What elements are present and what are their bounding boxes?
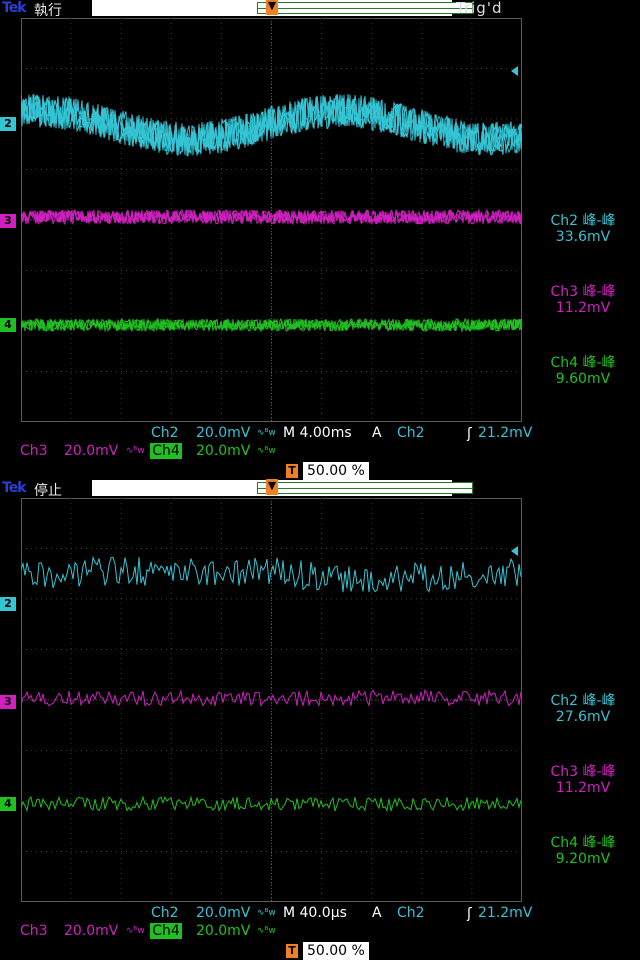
- bw-limit-icon: ∿ᴮw: [126, 446, 145, 456]
- measurement-ch2: Ch2 峰-峰 33.6mV: [528, 213, 638, 245]
- trigger-slope-icon: ʃ: [467, 906, 472, 922]
- measurement-ch4: Ch4 峰-峰 9.20mV: [528, 835, 638, 867]
- ch3-scale[interactable]: 20.0mV: [64, 922, 118, 940]
- timebase[interactable]: M 4.00ms: [283, 424, 352, 442]
- readout-row-3: T 50.00 %: [0, 942, 640, 960]
- waveform-display[interactable]: [21, 498, 522, 902]
- measurement-value: 9.60mV: [555, 371, 611, 387]
- measurement-value: 11.2mV: [555, 780, 611, 796]
- measurement-ch3: Ch3 峰-峰 11.2mV: [528, 284, 638, 316]
- measurement-label: Ch3 峰-峰: [550, 764, 616, 780]
- ch4-scale[interactable]: 20.0mV: [196, 922, 250, 940]
- measurement-ch2: Ch2 峰-峰 27.6mV: [528, 693, 638, 725]
- ch2-label: Ch2: [151, 905, 179, 921]
- readout-row-1: Ch2 20.0mV ∿ᴮw M 4.00ms A Ch2 ʃ 21.2mV: [0, 424, 640, 442]
- measurement-value: 33.6mV: [555, 229, 611, 245]
- measurement-value: 11.2mV: [555, 300, 611, 316]
- bw-limit-icon: ∿ᴮw: [257, 428, 276, 438]
- trigger-level[interactable]: 21.2mV: [478, 904, 532, 922]
- trigger-mode: A: [372, 425, 382, 441]
- ch3-ground-marker[interactable]: 3: [0, 214, 16, 228]
- measurement-label: Ch4 峰-峰: [550, 355, 616, 371]
- measurement-label: Ch4 峰-峰: [550, 835, 616, 851]
- measurement-value: 9.20mV: [555, 851, 611, 867]
- readout-row-3: T 50.00 %: [0, 462, 640, 480]
- measurement-ch4: Ch4 峰-峰 9.60mV: [528, 355, 638, 387]
- trigger-level-arrow-icon[interactable]: [511, 546, 518, 556]
- ch3-label: Ch3: [20, 443, 48, 459]
- status-bar: Tek 執行 Trig'd: [0, 0, 640, 19]
- ch2-ground-marker[interactable]: 2: [0, 117, 16, 131]
- bw-limit-icon: ∿ᴮw: [126, 926, 145, 936]
- ch4-ground-marker[interactable]: 4: [0, 318, 16, 332]
- ch2-scale[interactable]: 20.0mV: [196, 904, 250, 922]
- brand-logo: Tek: [2, 480, 26, 496]
- scope-panel-top: Tek 執行 Trig'd ▼ T 2 3 4 Ch2 峰-峰 33.6mV C…: [0, 0, 640, 480]
- trigger-position-value[interactable]: 50.00 %: [303, 942, 369, 960]
- acq-state: 停止: [34, 483, 62, 499]
- bw-limit-icon: ∿ᴮw: [257, 926, 276, 936]
- ch4-scale[interactable]: 20.0mV: [196, 442, 250, 460]
- trigger-position-icon: T: [286, 944, 298, 958]
- timebase[interactable]: M 40.0µs: [283, 904, 347, 922]
- trigger-level[interactable]: 21.2mV: [478, 424, 532, 442]
- brand-logo: Tek: [2, 0, 26, 16]
- record-window: [257, 482, 473, 494]
- record-window: [257, 2, 473, 14]
- measurement-value: 27.6mV: [555, 709, 611, 725]
- trigger-status: Trig'd: [456, 0, 503, 17]
- trigger-position-icon: T: [286, 464, 298, 478]
- trigger-source[interactable]: Ch2: [397, 904, 425, 922]
- status-bar: Tek 停止: [0, 480, 640, 499]
- measurement-ch3: Ch3 峰-峰 11.2mV: [528, 764, 638, 796]
- graticule-and-traces: [21, 498, 522, 902]
- ch2-scale[interactable]: 20.0mV: [196, 424, 250, 442]
- ch3-label: Ch3: [20, 923, 48, 939]
- graticule-and-traces: [21, 18, 522, 422]
- trigger-position-value[interactable]: 50.00 %: [303, 462, 369, 480]
- trigger-slope-icon: ʃ: [467, 426, 472, 442]
- ch2-ground-marker[interactable]: 2: [0, 597, 16, 611]
- readout-row-2: Ch3 20.0mV ∿ᴮw Ch4 20.0mV ∿ᴮw: [0, 922, 640, 940]
- trigger-mode: A: [372, 905, 382, 921]
- measurement-label: Ch2 峰-峰: [550, 693, 616, 709]
- ch2-trace: [21, 555, 522, 593]
- acq-state: 執行: [34, 3, 62, 19]
- readout-row-1: Ch2 20.0mV ∿ᴮw M 40.0µs A Ch2 ʃ 21.2mV: [0, 904, 640, 922]
- measurement-label: Ch2 峰-峰: [550, 213, 616, 229]
- trigger-position-icon[interactable]: ▼: [266, 479, 278, 495]
- measurement-label: Ch3 峰-峰: [550, 284, 616, 300]
- trigger-position-icon[interactable]: ▼: [266, 0, 278, 15]
- trigger-level-arrow-icon[interactable]: [511, 66, 518, 76]
- bw-limit-icon: ∿ᴮw: [257, 908, 276, 918]
- ch4-label: Ch4: [150, 443, 182, 459]
- waveform-display[interactable]: [21, 18, 522, 422]
- scope-panel-bottom: Tek 停止 ▼ T 2 3 4 Ch2 峰-峰 27.6mV Ch3 峰-峰 …: [0, 479, 640, 960]
- ch3-ground-marker[interactable]: 3: [0, 695, 16, 709]
- ch2-label: Ch2: [151, 425, 179, 441]
- readout-row-2: Ch3 20.0mV ∿ᴮw Ch4 20.0mV ∿ᴮw: [0, 442, 640, 460]
- ch4-label: Ch4: [150, 923, 182, 939]
- ch3-scale[interactable]: 20.0mV: [64, 442, 118, 460]
- trigger-source[interactable]: Ch2: [397, 424, 425, 442]
- bw-limit-icon: ∿ᴮw: [257, 446, 276, 456]
- ch4-ground-marker[interactable]: 4: [0, 797, 16, 811]
